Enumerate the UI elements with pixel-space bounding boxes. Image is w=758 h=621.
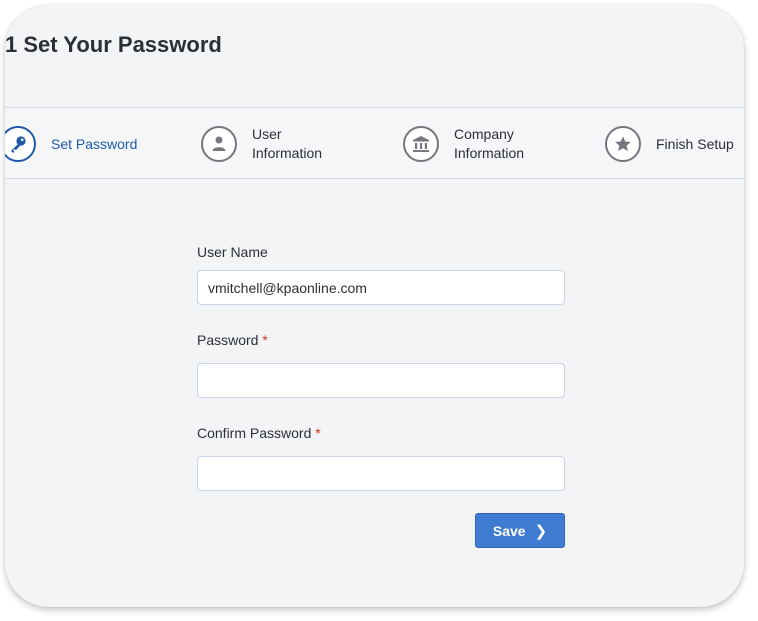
step-label-line1: Finish Setup <box>656 135 734 152</box>
username-label-text: User Name <box>197 244 268 260</box>
step-company-information[interactable]: Company Information <box>403 108 524 180</box>
required-marker: * <box>315 425 321 441</box>
confirm-password-input[interactable] <box>197 456 565 491</box>
step-label: Company Information <box>454 125 524 163</box>
step-finish-setup[interactable]: Finish Setup <box>605 108 734 180</box>
setup-stepper: Set Password User Information Company In… <box>5 107 744 179</box>
step-circle <box>403 126 439 162</box>
step-label-line1: Set Password <box>51 135 138 152</box>
step-label: Set Password <box>51 135 137 154</box>
username-label: User Name <box>197 244 268 260</box>
password-input[interactable] <box>197 363 565 398</box>
step-circle <box>201 126 237 162</box>
step-label: User Information <box>252 125 322 163</box>
chevron-right-icon: ❯ <box>534 522 548 540</box>
step-circle <box>5 126 36 162</box>
step-set-password[interactable]: Set Password <box>5 108 137 180</box>
star-icon <box>615 136 631 151</box>
step-label-line2: Information <box>252 145 323 161</box>
save-button[interactable]: Save ❯ <box>475 513 565 548</box>
password-label-text: Password <box>197 332 259 348</box>
step-label-line1: User <box>252 126 282 142</box>
key-icon <box>11 136 26 153</box>
username-input[interactable] <box>197 270 565 305</box>
user-icon <box>212 136 226 151</box>
confirm-password-label: Confirm Password * <box>197 425 321 441</box>
page-title: 1 Set Your Password <box>5 32 222 57</box>
step-user-information[interactable]: User Information <box>201 108 322 180</box>
password-label: Password * <box>197 332 268 348</box>
step-circle <box>605 126 641 162</box>
bank-icon <box>413 136 429 152</box>
step-label: Finish Setup <box>656 135 734 154</box>
confirm-password-label-text: Confirm Password <box>197 425 312 441</box>
save-button-label: Save <box>492 522 526 539</box>
step-label-line1: Company <box>454 126 514 142</box>
setup-card: 1 Set Your Password Set Password User In… <box>5 5 744 607</box>
step-label-line2: Information <box>454 145 525 161</box>
required-marker: * <box>262 332 268 348</box>
